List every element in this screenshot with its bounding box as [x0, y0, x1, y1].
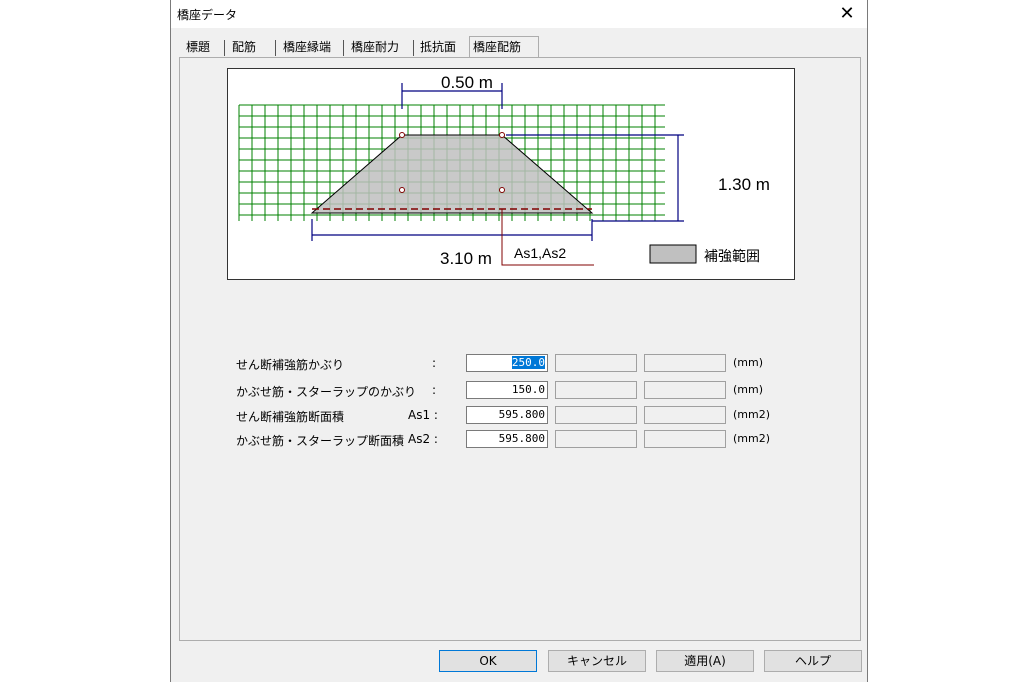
stirrup-cover-input[interactable]: 150.0: [466, 381, 548, 399]
field-symbol: As2 :: [408, 432, 438, 446]
tab-title[interactable]: 標題: [183, 38, 213, 56]
tab-reinforcement[interactable]: 配筋: [229, 38, 259, 56]
reinforcement-area: [310, 134, 594, 214]
apply-button[interactable]: 適用(A): [656, 650, 754, 672]
window-title: 橋座データ: [177, 8, 238, 22]
field-unit: (mm2): [733, 408, 771, 421]
help-button[interactable]: ヘルプ: [764, 650, 862, 672]
field-row-as1: せん断補強筋断面積 As1 : 595.800 (mm2): [180, 406, 862, 426]
tab-separator: [275, 40, 276, 56]
tab-separator: [224, 40, 225, 56]
tab-seat-strength[interactable]: 橋座耐力: [348, 38, 402, 56]
disabled-field: [644, 406, 726, 424]
field-symbol: As1 :: [408, 408, 438, 422]
field-symbol: :: [432, 383, 437, 397]
tab-separator: [413, 40, 414, 56]
rebar-point: [499, 187, 505, 193]
tab-seat-reinforcement[interactable]: 橋座配筋: [469, 36, 539, 58]
disabled-field: [555, 430, 637, 448]
field-symbol: :: [432, 356, 437, 370]
rebar-point: [399, 187, 405, 193]
rebar-label: As1,As2: [514, 245, 567, 261]
field-unit: (mm2): [733, 432, 771, 445]
close-icon: ✕: [839, 3, 855, 24]
tab-panel: 0.50 m 1.30 m 3.10 m As1,As2 補強範囲 せん断補強筋…: [179, 57, 861, 641]
field-row-shear-cover: せん断補強筋かぶり : 250.0 (mm): [180, 354, 862, 374]
close-button[interactable]: ✕: [833, 2, 861, 26]
field-row-stirrup-cover: かぶせ筋・スターラップのかぶり : 150.0 (mm): [180, 381, 862, 401]
disabled-field: [644, 430, 726, 448]
tab-separator: [343, 40, 344, 56]
rebar-point: [499, 132, 505, 138]
top-width-label: 0.50 m: [441, 73, 493, 92]
disabled-field: [555, 406, 637, 424]
shear-cover-input[interactable]: 250.0: [466, 354, 548, 372]
bottom-width-label: 3.10 m: [440, 249, 492, 268]
tab-seat-edge[interactable]: 橋座縁端: [280, 38, 334, 56]
bridge-seat-dialog: 橋座データ ✕ 標題 配筋 橋座縁端 橋座耐力 抵抗面 橋座配筋 0.50 m …: [170, 0, 868, 682]
field-label: かぶせ筋・スターラップ断面積: [236, 434, 405, 448]
disabled-field: [644, 354, 726, 372]
ok-button[interactable]: OK: [439, 650, 537, 672]
disabled-field: [644, 381, 726, 399]
rebar-point: [399, 132, 405, 138]
field-unit: (mm): [733, 356, 764, 369]
legend-swatch: [649, 244, 697, 264]
legend-label: 補強範囲: [704, 248, 760, 264]
field-label: せん断補強筋かぶり: [236, 358, 345, 372]
tab-resistance-surface[interactable]: 抵抗面: [417, 38, 459, 56]
field-label: せん断補強筋断面積: [236, 410, 345, 424]
field-row-as2: かぶせ筋・スターラップ断面積 As2 : 595.800 (mm2): [180, 430, 862, 450]
as1-area-input[interactable]: 595.800: [466, 406, 548, 424]
title-bar: 橋座データ ✕: [171, 0, 867, 28]
field-unit: (mm): [733, 383, 764, 396]
height-label: 1.30 m: [718, 175, 770, 194]
reinforcement-diagram: 0.50 m 1.30 m 3.10 m As1,As2 補強範囲: [227, 68, 795, 280]
disabled-field: [555, 381, 637, 399]
cancel-button[interactable]: キャンセル: [548, 650, 646, 672]
field-label: かぶせ筋・スターラップのかぶり: [236, 385, 417, 399]
as2-area-input[interactable]: 595.800: [466, 430, 548, 448]
disabled-field: [555, 354, 637, 372]
